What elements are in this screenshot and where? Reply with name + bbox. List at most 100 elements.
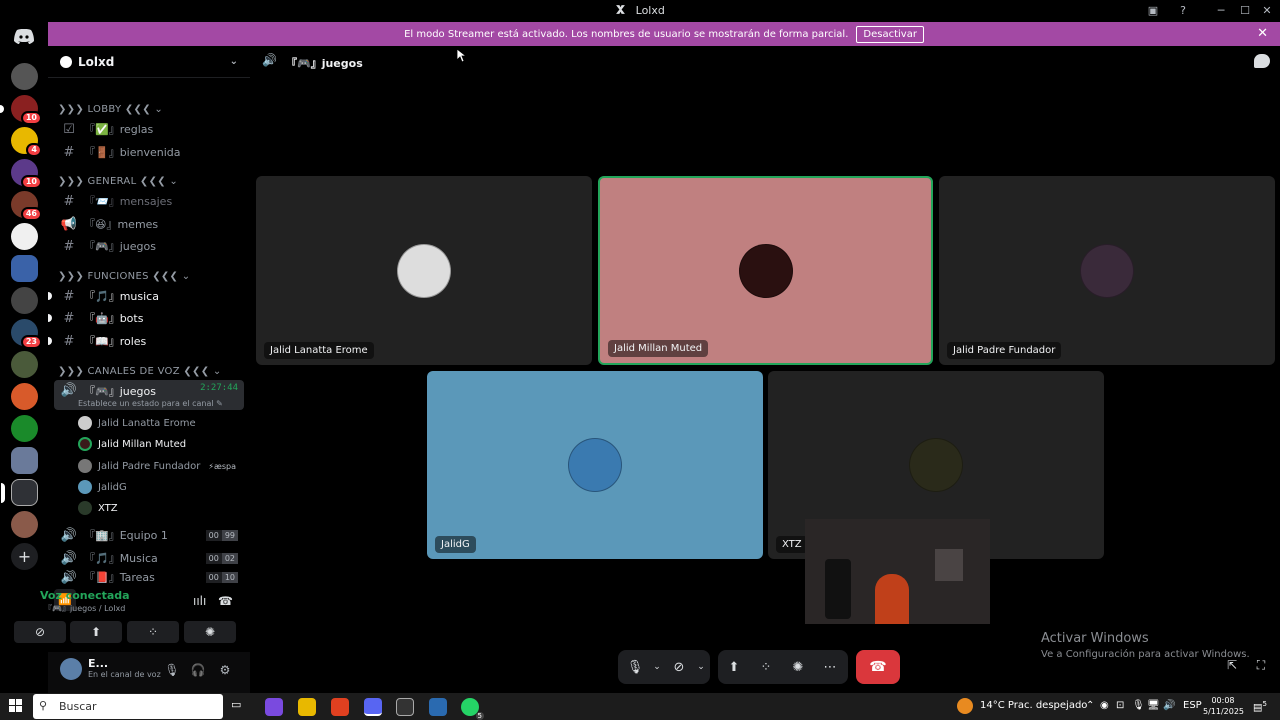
deactivate-streamer-button[interactable]: Desactivar xyxy=(856,25,924,43)
voice-connected-status[interactable]: Voz conectada xyxy=(40,589,130,602)
inbox-icon[interactable]: ▣ xyxy=(1143,2,1163,20)
tray-app-icon[interactable]: ◉ xyxy=(1100,700,1109,711)
voice-channel-musica[interactable]: 🔊 『🎵』Musica 00 02 xyxy=(54,547,244,569)
disconnect-icon[interactable]: ☎ xyxy=(218,594,233,608)
brave-browser-icon[interactable] xyxy=(331,698,349,716)
voice-user[interactable]: Jalid Millan Muted xyxy=(78,434,186,454)
minimize-button[interactable]: ─ xyxy=(1211,2,1231,20)
task-view-icon[interactable]: ▭ xyxy=(231,698,249,716)
microphone-icon[interactable]: 🎙 xyxy=(162,660,182,680)
weather-icon[interactable] xyxy=(957,698,973,714)
file-explorer-icon[interactable] xyxy=(298,698,316,716)
server-icon[interactable]: 10 xyxy=(11,159,42,189)
participant-tile[interactable]: Jalid Padre Fundador xyxy=(939,176,1275,365)
server-icon[interactable] xyxy=(11,351,38,378)
voice-channel-tareas[interactable]: 🔊 『📕』Tareas 00 10 xyxy=(54,570,244,584)
soundboard-button[interactable]: ✺ xyxy=(184,621,236,643)
participant-tile-speaking[interactable]: Jalid Millan Muted xyxy=(598,176,933,365)
app-icon[interactable] xyxy=(429,698,447,716)
server-icon[interactable] xyxy=(11,383,38,410)
add-server-icon[interactable]: + xyxy=(11,543,38,570)
tray-mic-icon[interactable]: 🎙 xyxy=(1132,700,1145,711)
voice-user[interactable]: XTZ xyxy=(78,498,118,518)
noise-suppression-icon[interactable]: ıılı xyxy=(193,594,206,608)
server-icon-lolxd[interactable] xyxy=(1,479,38,506)
screen-share-button[interactable]: ⬆ xyxy=(70,621,122,643)
microphone-icon[interactable]: 🎙 xyxy=(620,660,650,675)
voice-connected-channel[interactable]: 『🎮』juegos / Lolxd xyxy=(44,603,125,614)
whatsapp-icon[interactable]: 5 xyxy=(461,698,484,720)
voice-channel-equipo1[interactable]: 🔊 『🏢』Equipo 1 00 99 xyxy=(54,524,244,546)
language-indicator[interactable]: ESP xyxy=(1183,700,1202,711)
server-icon[interactable]: 46 xyxy=(11,191,42,221)
camera-off-button[interactable]: ⊘ xyxy=(14,621,66,643)
copilot-icon[interactable] xyxy=(265,698,283,716)
participant-tile[interactable]: JalidG xyxy=(427,371,763,559)
channel-mensajes[interactable]: # 『📨』mensajes xyxy=(54,190,244,212)
maximize-button[interactable]: ☐ xyxy=(1235,2,1255,20)
category-general[interactable]: ❯❯❯ GENERAL ❮❮❮ ⌄ xyxy=(58,176,178,187)
set-channel-status[interactable]: Establece un estado para el canal ✎ xyxy=(78,399,223,408)
camera-off-icon[interactable]: ⊘ xyxy=(664,660,694,675)
fullscreen-icon[interactable]: ⛶ xyxy=(1253,658,1269,674)
soundboard-icon[interactable]: ✺ xyxy=(782,660,814,675)
tray-network-icon[interactable]: 🖥 xyxy=(1147,700,1160,711)
discord-home-icon[interactable] xyxy=(13,28,35,44)
server-icon[interactable]: 23 xyxy=(11,319,42,349)
user-count: 00 xyxy=(205,552,222,564)
settings-gear-icon[interactable]: ⚙ xyxy=(215,660,235,680)
chevron-down-icon[interactable]: ⌄ xyxy=(694,662,708,672)
server-icon[interactable]: 4 xyxy=(11,127,42,157)
headphones-icon[interactable]: 🎧 xyxy=(188,660,208,680)
channel-reglas[interactable]: ☑ 『✅』reglas xyxy=(54,118,244,140)
channel-roles[interactable]: # 『📖』roles xyxy=(48,330,244,352)
channel-musica[interactable]: # 『🎵』musica xyxy=(48,285,244,307)
category-lobby[interactable]: ❯❯❯ LOBBY ❮❮❮ ⌄ xyxy=(58,104,163,115)
server-icon[interactable]: 10 xyxy=(0,95,42,125)
server-icon[interactable] xyxy=(11,63,38,90)
guild-header[interactable]: Lolxd ⌄ xyxy=(48,46,250,78)
voice-user[interactable]: JalidG xyxy=(78,477,127,497)
tray-volume-icon[interactable]: 🔊 xyxy=(1163,700,1175,711)
more-options-icon[interactable]: ⋯ xyxy=(814,660,846,675)
close-window-button[interactable]: ✕ xyxy=(1257,2,1277,20)
channel-bots[interactable]: # 『🤖』bots xyxy=(48,307,244,329)
obs-icon[interactable] xyxy=(396,698,414,716)
help-icon[interactable]: ? xyxy=(1173,2,1193,20)
windows-start-icon[interactable] xyxy=(9,699,23,713)
tray-chevron-up-icon[interactable]: ⌃ xyxy=(1086,700,1094,711)
category-funciones[interactable]: ❯❯❯ FUNCIONES ❮❮❮ ⌄ xyxy=(58,271,190,282)
server-icon[interactable] xyxy=(11,287,38,314)
weather-text[interactable]: 14°C Prac. despejado xyxy=(980,700,1087,711)
activities-button[interactable]: ⁘ xyxy=(127,621,179,643)
window-title-text: Lolxd xyxy=(635,4,665,17)
server-icon[interactable] xyxy=(11,511,38,538)
server-icon[interactable] xyxy=(11,447,38,474)
disconnect-call-button[interactable]: ☎ xyxy=(856,650,900,684)
chevron-down-icon[interactable]: ⌄ xyxy=(650,662,664,672)
voice-user[interactable]: Jalid Padre Fundador ⚡æspa xyxy=(78,456,236,476)
voice-user[interactable]: Jalid Lanatta Erome xyxy=(78,413,196,433)
screen-share-icon[interactable]: ⬆ xyxy=(718,660,750,675)
server-icon[interactable] xyxy=(11,415,38,442)
avatar xyxy=(78,437,92,451)
activities-icon[interactable]: ⁘ xyxy=(750,660,782,675)
user-name[interactable]: E... xyxy=(88,657,108,670)
close-banner-icon[interactable]: ✕ xyxy=(1257,26,1268,41)
server-icon[interactable] xyxy=(11,255,38,282)
popout-icon[interactable]: ⇱ xyxy=(1224,658,1240,674)
category-voz[interactable]: ❯❯❯ CANALES DE VOZ ❮❮❮ ⌄ xyxy=(58,366,222,377)
channel-juegos-text[interactable]: # 『🎮』juegos xyxy=(54,235,244,257)
tray-app-icon[interactable]: ⊡ xyxy=(1116,700,1124,711)
server-icon[interactable] xyxy=(11,223,38,250)
channel-bienvenida[interactable]: # 『🚪』bienvenida xyxy=(54,141,244,163)
taskbar-clock[interactable]: 00:08 5/11/2025 xyxy=(1203,695,1244,717)
taskbar-search[interactable]: ⚲ Buscar xyxy=(33,694,223,719)
notification-icon[interactable]: ▤5 xyxy=(1253,700,1267,713)
channel-memes[interactable]: 📢 『😆』memes xyxy=(54,213,244,235)
participant-tile[interactable]: Jalid Lanatta Erome xyxy=(256,176,592,365)
discord-taskbar-icon[interactable] xyxy=(364,698,382,716)
chat-bubble-icon[interactable] xyxy=(1254,54,1270,68)
user-avatar[interactable] xyxy=(60,658,82,680)
self-camera-preview[interactable] xyxy=(805,519,990,624)
